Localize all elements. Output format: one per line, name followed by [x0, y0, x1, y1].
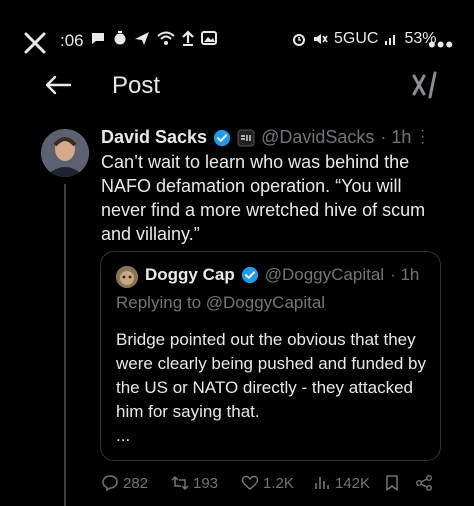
verified-badge-icon — [213, 129, 231, 146]
views-icon — [315, 477, 329, 489]
quote-author-handle[interactable]: @DoggyCapital — [265, 265, 384, 285]
repost-icon — [171, 475, 189, 491]
wifi-icon — [157, 31, 175, 45]
quote-header: Doggy Cap @DoggyCapital · 1h — [145, 265, 419, 285]
like-count: 1.2K — [263, 474, 294, 492]
image-icon — [201, 31, 217, 45]
tweet-menu-icon[interactable]: · · · — [420, 123, 425, 151]
quote-time: · 1h — [390, 265, 420, 284]
repost-count: 193 — [193, 474, 219, 492]
status-time: :06 — [60, 31, 84, 50]
views-count: 142K — [335, 474, 371, 492]
timer-icon — [114, 31, 126, 45]
mute-icon — [314, 34, 328, 44]
upload-icon — [182, 30, 194, 46]
thread-line — [64, 184, 66, 506]
share-button[interactable] — [415, 474, 439, 492]
author-handle[interactable]: @DavidSacks — [261, 127, 374, 148]
heart-icon — [241, 475, 259, 490]
verified-badge-icon — [241, 266, 258, 284]
close-icon[interactable] — [22, 30, 48, 56]
bookmark-icon — [386, 475, 398, 491]
more-options-icon[interactable]: ••• — [428, 32, 454, 58]
replying-to-label: Replying to @DoggyCapital — [116, 293, 326, 312]
signal-icon — [385, 35, 396, 45]
tweet-actions: 282 193 1.2K 142K — [101, 474, 439, 492]
back-arrow-icon[interactable] — [44, 75, 72, 95]
page-title: Post — [112, 72, 161, 99]
repost-button[interactable]: 193 — [171, 474, 241, 492]
like-button[interactable]: 1.2K — [241, 474, 313, 492]
tweet-text: Can’t wait to learn who was behind the N… — [101, 152, 426, 244]
author-name[interactable]: David Sacks — [101, 127, 207, 148]
quote-author-name[interactable]: Doggy Cap — [145, 265, 235, 285]
bookmark-button[interactable] — [383, 474, 415, 492]
quote-text: Bridge pointed out the obvious that they… — [116, 330, 426, 421]
tweet-time: · 1h — [380, 127, 412, 147]
avatar[interactable] — [41, 129, 89, 177]
reply-icon — [102, 475, 118, 492]
chat-bubble-icon — [92, 33, 104, 44]
send-icon — [135, 32, 149, 45]
reply-count: 282 — [123, 474, 149, 492]
views-button[interactable]: 142K — [313, 474, 383, 492]
quote-avatar[interactable] — [116, 266, 138, 288]
network-type: 5GUC — [334, 30, 379, 47]
alarm-icon — [293, 34, 305, 46]
status-icons-right: 5GUC 53% — [292, 30, 436, 48]
grok-icon[interactable] — [410, 70, 440, 100]
status-icons-left — [90, 30, 217, 46]
quote-ellipsis: ... — [116, 426, 131, 445]
tweet-header: David Sacks @DavidSacks · 1h — [101, 127, 411, 148]
share-icon — [416, 475, 432, 491]
reply-button[interactable]: 282 — [101, 474, 171, 492]
affiliate-badge-icon[interactable] — [237, 129, 255, 147]
